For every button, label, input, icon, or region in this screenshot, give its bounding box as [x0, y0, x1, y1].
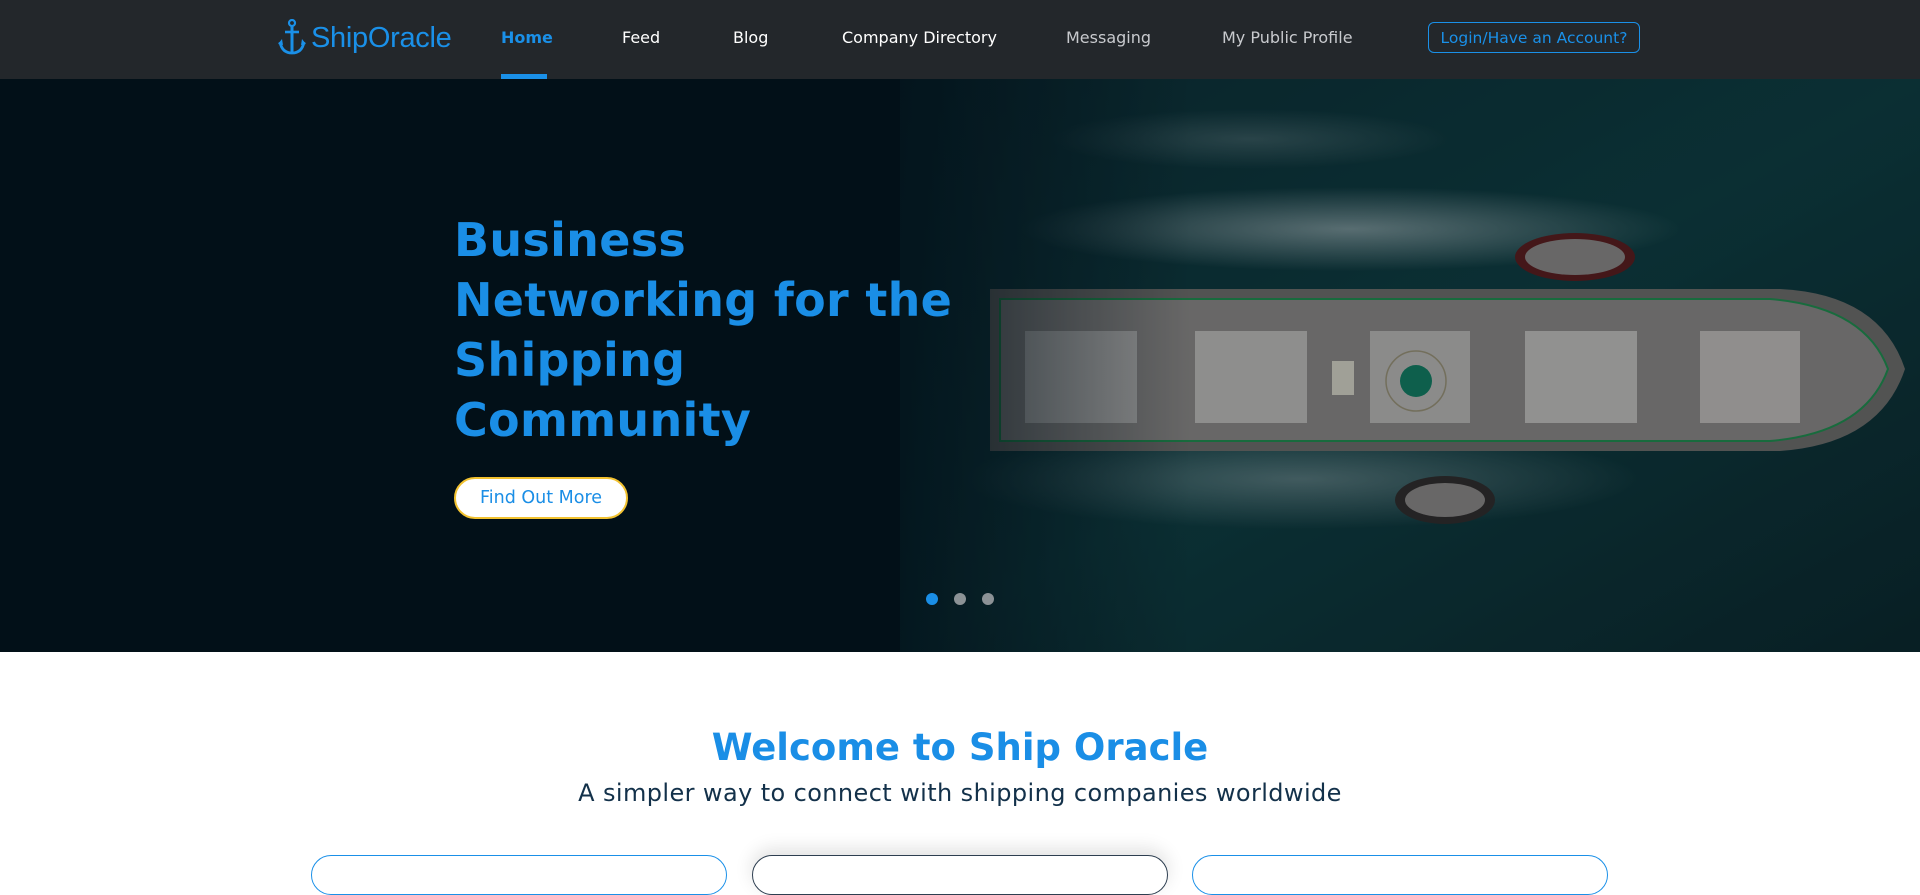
hero-title-line: Shipping	[454, 333, 686, 387]
carousel-dot-1[interactable]	[926, 593, 938, 605]
hero-title-line: Business	[454, 213, 687, 267]
feature-card[interactable]	[752, 855, 1168, 895]
feature-card[interactable]	[311, 855, 727, 895]
feature-card[interactable]	[1192, 855, 1608, 895]
nav-messaging[interactable]: Messaging	[1066, 28, 1151, 47]
nav-blog[interactable]: Blog	[733, 28, 768, 47]
nav-company-directory[interactable]: Company Directory	[842, 28, 997, 47]
login-button[interactable]: Login/Have an Account?	[1428, 22, 1640, 53]
logo[interactable]: ShipOracle	[278, 18, 452, 58]
anchor-icon	[278, 19, 306, 55]
carousel-dot-2[interactable]	[954, 593, 966, 605]
logo-text: ShipOracle	[311, 21, 452, 54]
top-navbar: ShipOracle Home Feed Blog Company Direct…	[0, 0, 1920, 79]
hero-carousel: Business Networking for the Shipping Com…	[0, 79, 1920, 652]
hero-title-line: Networking for the	[454, 273, 953, 327]
carousel-dot-3[interactable]	[982, 593, 994, 605]
carousel-indicators	[926, 593, 994, 605]
nav-home[interactable]: Home	[501, 28, 553, 47]
welcome-title: Welcome to Ship Oracle	[711, 726, 1209, 769]
hero-title-line: Community	[454, 393, 752, 447]
hero-title: Business Networking for the Shipping Com…	[454, 210, 974, 450]
nav-feed[interactable]: Feed	[622, 28, 660, 47]
nav-my-public-profile[interactable]: My Public Profile	[1222, 28, 1353, 47]
welcome-subtitle: A simpler way to connect with shipping c…	[578, 779, 1342, 807]
find-out-more-button[interactable]: Find Out More	[454, 477, 628, 519]
